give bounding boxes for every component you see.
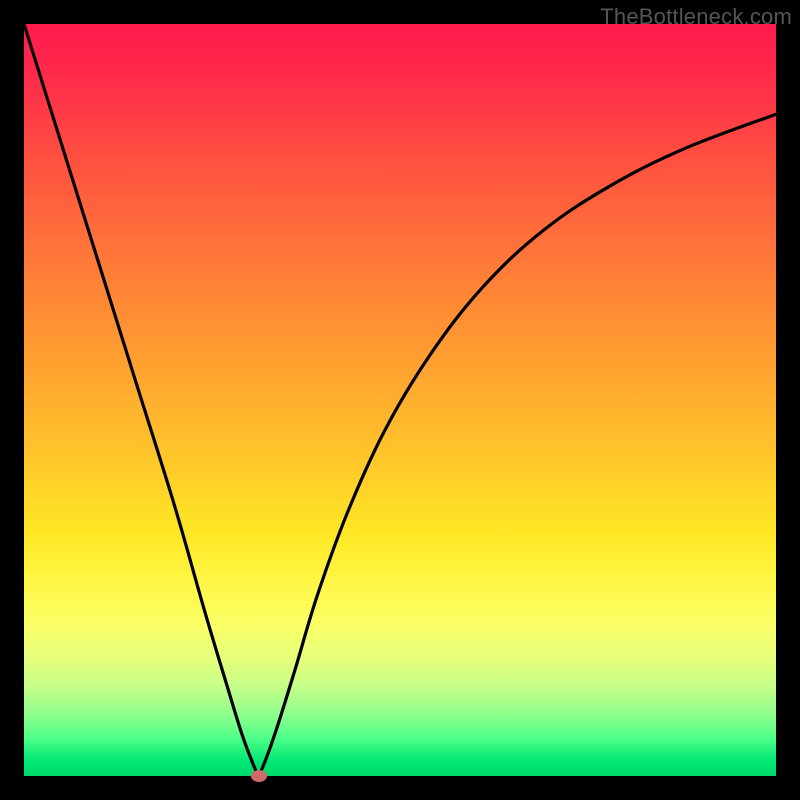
bottleneck-minimum-dot (251, 770, 267, 782)
bottleneck-curve (24, 24, 776, 776)
curve-path (24, 24, 776, 778)
watermark-label: TheBottleneck.com (600, 4, 792, 30)
chart-frame (24, 24, 776, 776)
